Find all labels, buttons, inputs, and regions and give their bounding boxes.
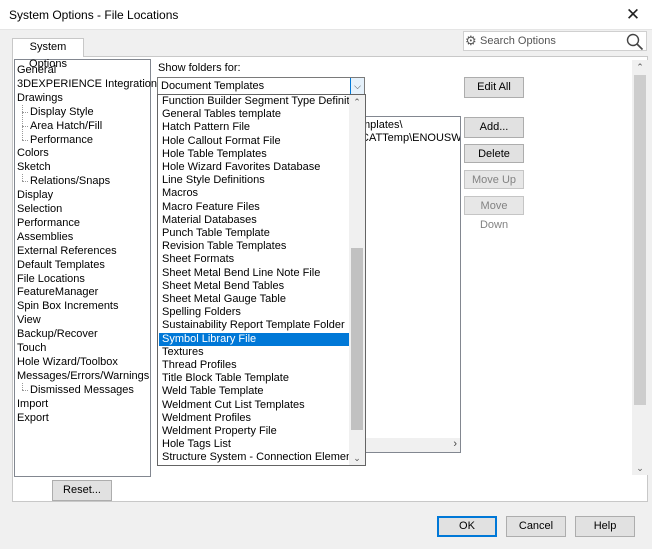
- tab-system-options[interactable]: System Options: [12, 38, 84, 70]
- tree-item[interactable]: Hole Wizard/Toolbox: [17, 356, 118, 369]
- chevron-up-icon[interactable]: ⌃: [632, 60, 648, 74]
- magnifier-icon[interactable]: [626, 33, 644, 51]
- tree-item[interactable]: View: [17, 314, 41, 327]
- dropdown-option[interactable]: Structure System - Connection Elements: [159, 451, 351, 464]
- tree-item[interactable]: Default Templates: [17, 259, 105, 272]
- close-icon[interactable]: ✕: [622, 4, 644, 26]
- tree-item[interactable]: Performance: [17, 217, 80, 230]
- chevron-down-icon[interactable]: ⌄: [632, 461, 648, 475]
- cancel-button[interactable]: Cancel: [506, 516, 566, 537]
- scroll-thumb[interactable]: [634, 75, 646, 405]
- ok-button[interactable]: OK: [437, 516, 497, 537]
- tree-connector: [22, 174, 23, 181]
- dropdown-option[interactable]: Macros: [159, 187, 351, 200]
- dropdown-option[interactable]: Textures: [159, 346, 351, 359]
- tree-item[interactable]: FeatureManager: [17, 286, 98, 299]
- tree-item[interactable]: Relations/Snaps: [30, 175, 110, 188]
- tree-item[interactable]: Drawings: [17, 92, 63, 105]
- gear-icon[interactable]: ⚙: [465, 33, 479, 49]
- tree-item[interactable]: Touch: [17, 342, 46, 355]
- chevron-right-icon[interactable]: ›: [453, 438, 457, 450]
- dropdown-option[interactable]: Function Builder Segment Type Definition…: [159, 95, 351, 108]
- dropdown-option[interactable]: Sheet Metal Bend Line Note File: [159, 267, 351, 280]
- dropdown-option[interactable]: Sustainability Report Template Folder: [159, 319, 351, 332]
- chevron-up-icon[interactable]: ⌃: [349, 95, 365, 109]
- folders-dropdown-list[interactable]: Structure System - Connection Elements Ho…: [157, 94, 366, 466]
- dropdown-option[interactable]: Weldment Cut List Templates: [159, 399, 351, 412]
- add-button[interactable]: Add...: [464, 117, 524, 138]
- dropdown-option[interactable]: Macro Feature Files: [159, 201, 351, 214]
- show-folders-value: Document Templates: [161, 80, 265, 92]
- dropdown-option[interactable]: Revision Table Templates: [159, 240, 351, 253]
- dropdown-option[interactable]: Spelling Folders: [159, 306, 351, 319]
- tree-item[interactable]: Import: [17, 398, 48, 411]
- show-folders-combo[interactable]: Document Templates ⌵: [157, 77, 365, 95]
- dropdown-option[interactable]: Line Style Definitions: [159, 174, 351, 187]
- tree-item[interactable]: Display: [17, 189, 53, 202]
- move-down-button[interactable]: Move Down: [464, 196, 524, 231]
- folder-path[interactable]: mplates\: [361, 119, 403, 131]
- move-up-button[interactable]: Move Up: [464, 170, 524, 189]
- chevron-down-icon[interactable]: ⌄: [349, 451, 365, 465]
- delete-button[interactable]: Delete: [464, 144, 524, 163]
- scroll-thumb[interactable]: [351, 248, 363, 430]
- window-title: System Options - File Locations: [9, 8, 179, 22]
- tree-connector: [22, 383, 23, 390]
- tree-connector: [22, 105, 23, 140]
- tree-item[interactable]: Spin Box Increments: [17, 300, 119, 313]
- dropdown-option[interactable]: Title Block Table Template: [159, 372, 351, 385]
- dropdown-option[interactable]: Weldment Profiles: [159, 412, 351, 425]
- dropdown-option[interactable]: Weld Table Template: [159, 385, 351, 398]
- tree-item[interactable]: Colors: [17, 147, 49, 160]
- chevron-down-icon[interactable]: ⌵: [350, 78, 364, 94]
- tree-connector: [22, 181, 28, 182]
- dropdown-option[interactable]: Punch Table Template: [159, 227, 351, 240]
- tree-item[interactable]: External References: [17, 245, 117, 258]
- tree-connector: [22, 140, 28, 141]
- dropdown-option[interactable]: Hatch Pattern File: [159, 121, 351, 134]
- tree-connector: [22, 390, 28, 391]
- tree-item[interactable]: Area Hatch/Fill: [30, 120, 102, 133]
- tree-item[interactable]: Display Style: [30, 106, 94, 119]
- dropdown-option[interactable]: Sheet Formats: [159, 253, 351, 266]
- tree-item[interactable]: File Locations: [17, 273, 85, 286]
- dropdown-option[interactable]: Symbol Library File: [159, 333, 351, 346]
- dropdown-option[interactable]: Hole Tags List: [159, 438, 351, 451]
- dropdown-option[interactable]: Material Databases: [159, 214, 351, 227]
- folder-path[interactable]: CATTemp\ENOUSWC\Re: [361, 132, 460, 144]
- edit-all-button[interactable]: Edit All: [464, 77, 524, 98]
- show-folders-label: Show folders for:: [158, 62, 241, 74]
- tree-item[interactable]: Dismissed Messages: [30, 384, 134, 397]
- help-button[interactable]: Help: [575, 516, 635, 537]
- tree-item[interactable]: Messages/Errors/Warnings: [17, 370, 149, 383]
- dropdown-option[interactable]: Thread Profiles: [159, 359, 351, 372]
- dropdown-option[interactable]: Sheet Metal Bend Tables: [159, 280, 351, 293]
- dropdown-option[interactable]: Weldment Property File: [159, 425, 351, 438]
- tree-item[interactable]: Performance: [30, 134, 93, 147]
- search-box[interactable]: ⚙ Search Options: [463, 31, 647, 51]
- tree-item[interactable]: Assemblies: [17, 231, 73, 244]
- reset-button[interactable]: Reset...: [52, 480, 112, 501]
- tree-item[interactable]: Selection: [17, 203, 62, 216]
- dropdown-option[interactable]: Hole Callout Format File: [159, 135, 351, 148]
- tree-item[interactable]: 3DEXPERIENCE Integration: [17, 78, 157, 91]
- dropdown-scrollbar[interactable]: ⌃ ⌄: [349, 95, 365, 465]
- search-placeholder: Search Options: [480, 35, 556, 47]
- dropdown-option[interactable]: General Tables template: [159, 108, 351, 121]
- dropdown-option[interactable]: Hole Table Templates: [159, 148, 351, 161]
- tree-item[interactable]: Backup/Recover: [17, 328, 98, 341]
- dropdown-option[interactable]: Hole Wizard Favorites Database: [159, 161, 351, 174]
- tree-item[interactable]: Export: [17, 412, 49, 425]
- options-scrollbar[interactable]: ⌃ ⌄: [632, 60, 648, 475]
- tree-item[interactable]: Sketch: [17, 161, 51, 174]
- dropdown-option[interactable]: Sheet Metal Gauge Table: [159, 293, 351, 306]
- title-bar: System Options - File Locations ✕: [0, 0, 652, 30]
- options-tree[interactable]: General3DEXPERIENCE IntegrationDrawingsD…: [14, 59, 157, 477]
